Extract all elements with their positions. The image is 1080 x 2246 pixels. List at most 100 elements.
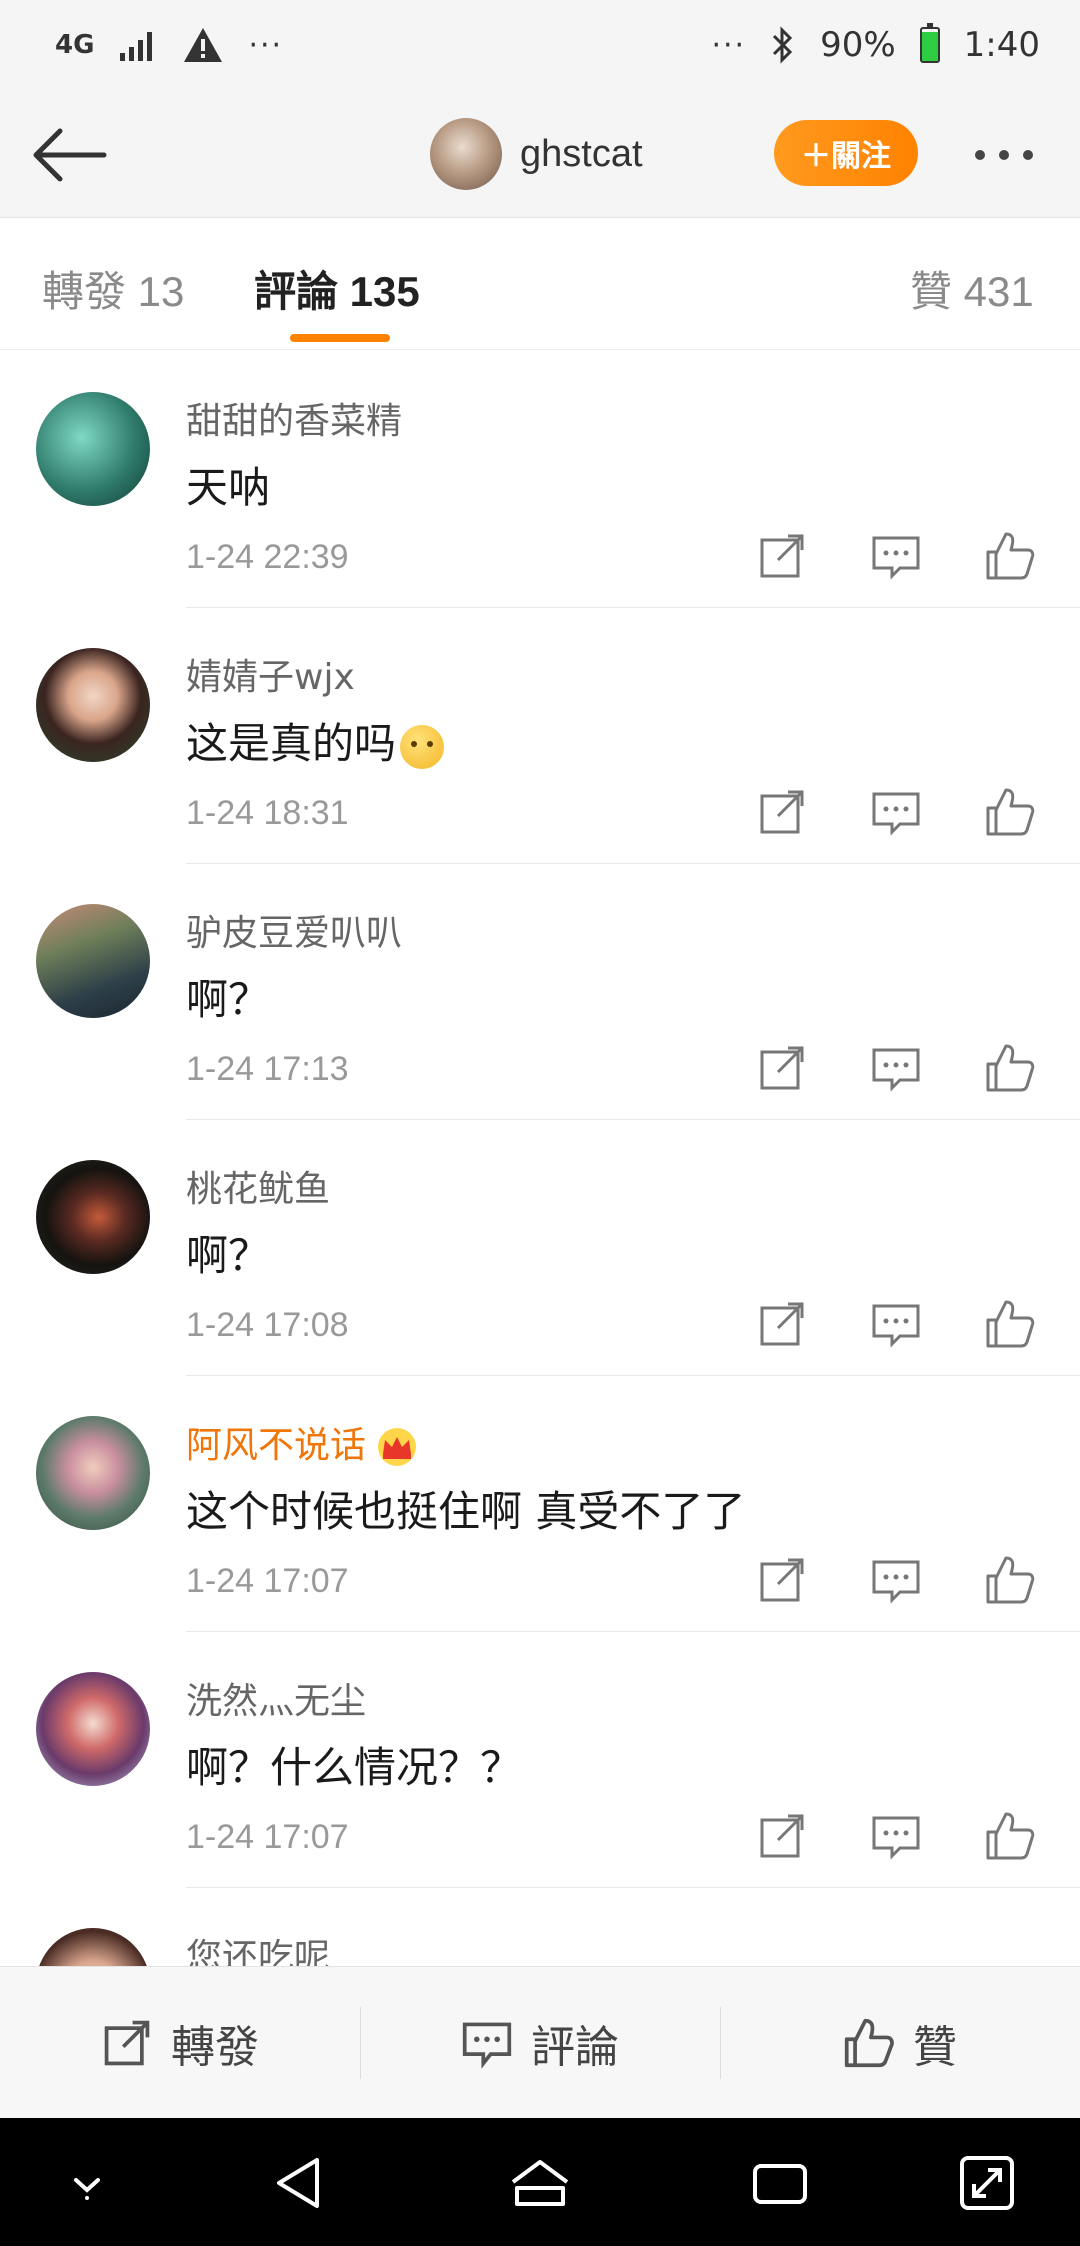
active-tab-indicator — [290, 334, 390, 342]
header-username[interactable]: ghstcat — [520, 133, 643, 176]
comment-item: 阿风不说话 这个时候也挺住啊 真受不了了 1-24 17:07 — [0, 1376, 1080, 1632]
more-dot-icon — [999, 150, 1009, 160]
sad-face-emoji-icon — [400, 724, 445, 769]
comment-label: 評論 — [531, 2021, 619, 2073]
repost-button[interactable]: 轉發 — [0, 1967, 360, 2118]
comment-item: 驴皮豆爱叭叭 啊？ 1-24 17:13 — [0, 864, 1080, 1120]
back-button[interactable] — [30, 120, 110, 190]
warning-icon — [184, 28, 223, 62]
recent-apps-icon[interactable] — [745, 2148, 815, 2218]
comment-icon[interactable] — [868, 1040, 924, 1096]
tab-comments[interactable]: 評論 135 — [254, 258, 420, 319]
comment-icon[interactable] — [868, 528, 924, 584]
status-dots-left: ··· — [248, 27, 284, 63]
comment-username[interactable]: 您还吃呢 — [186, 1928, 330, 1966]
comment-time: 1-24 17:07 — [186, 1818, 349, 1856]
more-options-button[interactable] — [975, 135, 1055, 175]
comment-username[interactable]: 驴皮豆爱叭叭 — [186, 904, 402, 956]
back-arrow-icon — [33, 128, 107, 182]
tab-bar: 轉發 13 評論 135 贊 431 — [0, 218, 1080, 350]
avatar[interactable] — [36, 1416, 150, 1530]
like-icon[interactable] — [982, 784, 1038, 840]
back-triangle-icon[interactable] — [265, 2148, 335, 2218]
bottom-action-bar: 轉發 評論 贊 — [0, 1966, 1080, 2118]
comment-time: 1-24 17:13 — [186, 1050, 349, 1088]
comment-item: 您还吃呢 — [0, 1888, 1080, 1966]
collapse-down-icon[interactable] — [52, 2148, 122, 2218]
clock: 1:40 — [963, 25, 1040, 65]
comment-icon[interactable] — [868, 784, 924, 840]
like-icon — [844, 2018, 894, 2067]
avatar[interactable] — [36, 1672, 150, 1786]
like-label: 贊 — [913, 2021, 957, 2073]
comment-username[interactable]: 桃花鱿鱼 — [186, 1160, 330, 1212]
battery-icon — [919, 23, 940, 63]
signal-icon — [120, 32, 153, 61]
tab-reposts[interactable]: 轉發 13 — [42, 258, 184, 319]
more-dot-icon — [1023, 150, 1033, 160]
status-right: ··· 90% 1:40 — [711, 23, 1040, 65]
like-icon[interactable] — [982, 528, 1038, 584]
comment-time: 1-24 18:31 — [186, 794, 349, 832]
comment-text: 啊？ — [186, 1231, 271, 1280]
avatar[interactable] — [36, 648, 150, 762]
comment-item: 桃花鱿鱼 啊？ 1-24 17:08 — [0, 1120, 1080, 1376]
nav-header: ghstcat ＋關注 — [0, 90, 1080, 218]
profile-header[interactable]: ghstcat — [430, 118, 643, 190]
home-icon[interactable] — [505, 2148, 575, 2218]
like-icon[interactable] — [982, 1552, 1038, 1608]
repost-icon[interactable] — [754, 528, 810, 584]
comment-item: 洗然灬无尘 啊？什么情况？？ 1-24 17:07 — [0, 1632, 1080, 1888]
avatar[interactable] — [36, 1160, 150, 1274]
comment-time: 1-24 17:07 — [186, 1562, 349, 1600]
battery-percent: 90% — [820, 25, 896, 65]
comment-text: 啊？ — [186, 975, 271, 1024]
repost-icon[interactable] — [754, 1296, 810, 1352]
repost-icon[interactable] — [754, 1808, 810, 1864]
status-dots-right: ··· — [711, 27, 747, 63]
expand-screen-icon[interactable] — [952, 2148, 1022, 2218]
more-dot-icon — [975, 150, 985, 160]
comment-icon[interactable] — [868, 1296, 924, 1352]
avatar[interactable] — [36, 1928, 150, 1966]
system-navigation-bar — [0, 2118, 1080, 2246]
comment-item: 甜甜的香菜精 天呐 1-24 22:39 — [0, 352, 1080, 608]
comment-username[interactable]: 甜甜的香菜精 — [186, 392, 402, 444]
repost-icon[interactable] — [754, 784, 810, 840]
comment-button[interactable]: 評論 — [360, 1967, 720, 2118]
comment-icon[interactable] — [868, 1552, 924, 1608]
comment-text: 啊？什么情况？？ — [186, 1743, 523, 1792]
comment-text-content: 这是真的吗 — [186, 719, 397, 768]
comment-icon — [462, 2022, 512, 2069]
comment-text: 这个时候也挺住啊 真受不了了 — [186, 1487, 746, 1536]
comment-time: 1-24 17:08 — [186, 1306, 349, 1344]
comment-item: 婧婧子wjx 这是真的吗 1-24 18:31 — [0, 608, 1080, 864]
comment-text: 这是真的吗 — [186, 710, 445, 771]
like-icon[interactable] — [982, 1808, 1038, 1864]
repost-icon — [104, 2020, 150, 2065]
status-bar: 4G ··· ··· 90% 1:40 — [0, 0, 1080, 90]
like-icon[interactable] — [982, 1296, 1038, 1352]
avatar[interactable] — [36, 904, 150, 1018]
comment-time: 1-24 22:39 — [186, 538, 349, 576]
comment-username[interactable]: 婧婧子wjx — [186, 648, 355, 700]
status-left: 4G ··· — [55, 26, 283, 64]
repost-label: 轉發 — [171, 2021, 259, 2073]
network-label: 4G — [55, 30, 95, 60]
bluetooth-icon — [773, 26, 793, 64]
avatar[interactable] — [430, 118, 502, 190]
vip-crown-icon — [378, 1428, 417, 1466]
comment-username[interactable]: 阿风不说话 — [186, 1416, 420, 1468]
comment-icon[interactable] — [868, 1808, 924, 1864]
repost-icon[interactable] — [754, 1040, 810, 1096]
comment-list[interactable]: 甜甜的香菜精 天呐 1-24 22:39 婧婧子wjx 这是真的吗 1-24 1… — [0, 352, 1080, 1966]
like-icon[interactable] — [982, 1040, 1038, 1096]
comment-username[interactable]: 洗然灬无尘 — [186, 1672, 366, 1724]
avatar[interactable] — [36, 392, 150, 506]
comment-text: 天呐 — [186, 463, 271, 512]
follow-button[interactable]: ＋關注 — [774, 120, 918, 186]
tab-likes[interactable]: 贊 431 — [910, 258, 1034, 319]
like-button[interactable]: 贊 — [720, 1967, 1080, 2118]
repost-icon[interactable] — [754, 1552, 810, 1608]
comment-username-text[interactable]: 阿风不说话 — [186, 1425, 366, 1466]
